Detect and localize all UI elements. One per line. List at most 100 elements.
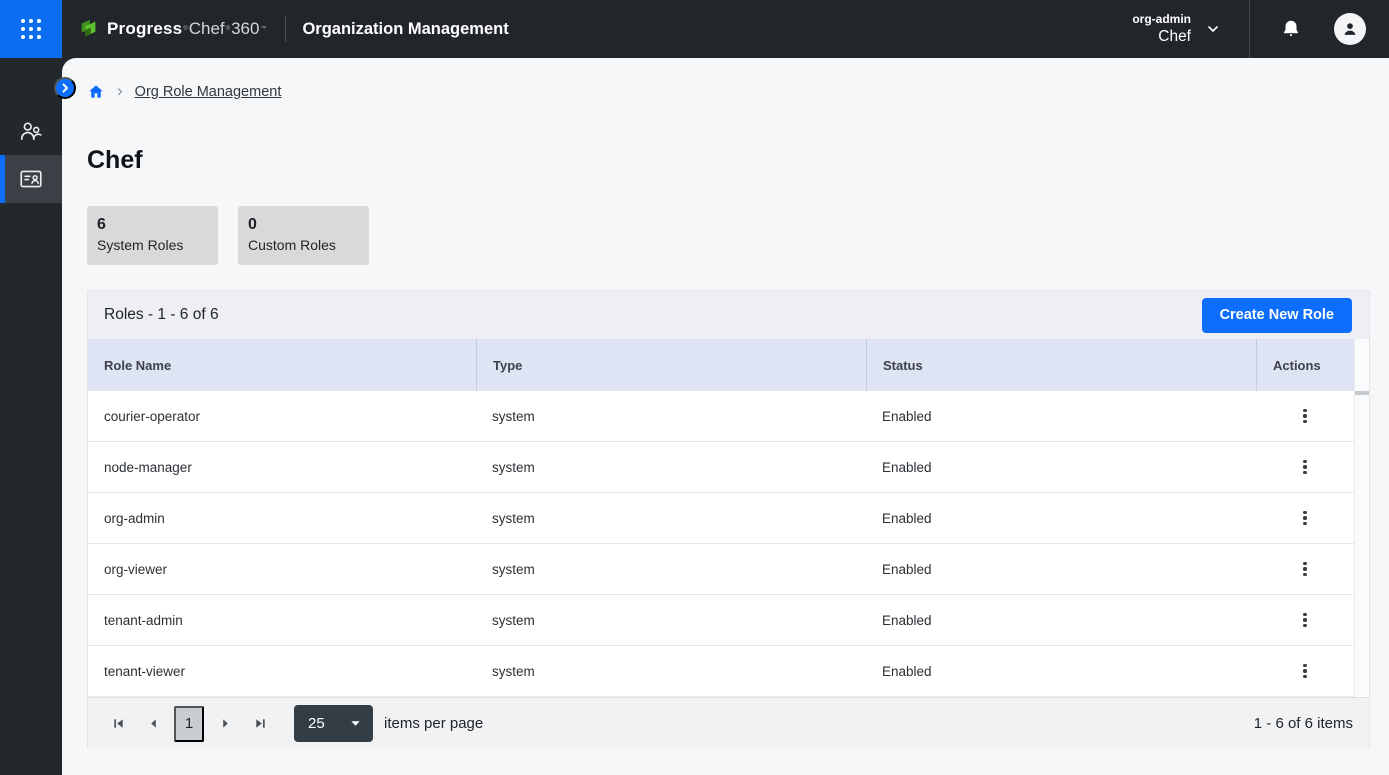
row-actions-menu-button[interactable] [1290,554,1320,584]
page-size-select[interactable]: 25 [294,705,373,742]
role-name-cell: tenant-admin [88,595,476,645]
content-area: › Org Role Management Chef 6 System Role… [62,58,1389,775]
app-title: Organization Management [302,20,508,39]
pagination-bar: 1 25 items per page 1 - 6 of 6 items [88,697,1369,749]
column-header-type[interactable]: Type [476,339,866,391]
brand-logo: Progress®Chef®360™ [78,18,267,40]
table-row: courier-operator system Enabled [88,391,1354,442]
caret-down-icon [350,718,361,729]
system-roles-count: 6 [97,215,208,236]
notifications-button[interactable] [1280,18,1302,40]
role-status-cell: Enabled [866,493,1256,543]
roles-table: Roles - 1 - 6 of 6 Create New Role Role … [87,290,1370,749]
items-per-page-label: items per page [384,715,483,732]
create-new-role-button[interactable]: Create New Role [1202,298,1352,333]
role-status-cell: Enabled [866,595,1256,645]
app-launcher-button[interactable] [0,0,62,58]
org-switcher[interactable]: org-admin Chef [1132,12,1191,46]
table-title: Roles - 1 - 6 of 6 [104,306,219,324]
breadcrumb-separator: › [117,81,123,101]
chevron-down-icon[interactable] [1205,21,1221,37]
progress-logo-icon [78,18,100,40]
product-number: 360 [231,19,259,39]
header-divider [285,16,286,42]
pagination-range-label: 1 - 6 of 6 items [1254,715,1353,732]
home-icon[interactable] [87,83,105,101]
role-type-cell: system [476,544,866,594]
breadcrumb: › Org Role Management [87,78,1389,106]
sidebar-expand-button[interactable] [54,77,76,99]
users-icon [18,118,44,144]
brand-name: Progress [107,19,182,39]
row-actions-menu-button[interactable] [1290,605,1320,635]
trademark-symbol: ™ [260,26,266,32]
table-row: org-admin system Enabled [88,493,1354,544]
current-page-button[interactable]: 1 [174,706,204,742]
first-page-button[interactable] [104,706,132,742]
role-status-cell: Enabled [866,544,1256,594]
table-row: tenant-admin system Enabled [88,595,1354,646]
role-type-cell: system [476,493,866,543]
waffle-grid-icon [21,19,41,39]
role-name-cell: courier-operator [88,391,476,441]
trademark-symbol: ® [226,26,230,32]
system-roles-card: 6 System Roles [87,206,218,265]
role-name-cell: tenant-viewer [88,646,476,696]
custom-roles-label: Custom Roles [248,236,359,254]
page-title: Chef [87,146,1389,175]
avatar-icon [1340,19,1360,39]
next-page-button[interactable] [211,706,239,742]
header-vertical-divider [1249,0,1250,58]
table-header-row: Role Name Type Status Actions [88,339,1354,391]
sidebar [0,58,62,775]
main-area: › Org Role Management Chef 6 System Role… [0,58,1389,775]
table-row: org-viewer system Enabled [88,544,1354,595]
org-role-label: org-admin [1132,12,1191,27]
custom-roles-count: 0 [248,215,359,236]
sidebar-item-users[interactable] [0,107,62,155]
column-header-status[interactable]: Status [866,339,1256,391]
stat-cards: 6 System Roles 0 Custom Roles [87,206,1389,265]
org-name-label: Chef [1132,27,1191,46]
role-type-cell: system [476,595,866,645]
column-header-role-name[interactable]: Role Name [88,339,476,391]
role-status-cell: Enabled [866,442,1256,492]
caret-right-icon [220,718,231,729]
sidebar-item-role-management[interactable] [0,155,62,203]
caret-left-icon [148,718,159,729]
last-page-button[interactable] [246,706,274,742]
previous-page-button[interactable] [139,706,167,742]
role-name-cell: org-admin [88,493,476,543]
role-card-icon [18,166,44,192]
header-right-cluster: org-admin Chef [1132,0,1389,58]
role-status-cell: Enabled [866,391,1256,441]
row-actions-menu-button[interactable] [1290,656,1320,686]
row-actions-menu-button[interactable] [1290,503,1320,533]
role-type-cell: system [476,391,866,441]
page-size-value: 25 [308,715,350,732]
chevron-right-icon [59,82,71,94]
skip-end-icon [254,717,267,730]
row-actions-menu-button[interactable] [1290,452,1320,482]
role-type-cell: system [476,442,866,492]
product-name: Chef [189,19,225,39]
trademark-symbol: ® [183,26,187,32]
skip-start-icon [112,717,125,730]
table-row: node-manager system Enabled [88,442,1354,493]
role-type-cell: system [476,646,866,696]
row-actions-menu-button[interactable] [1290,401,1320,431]
table-toolbar: Roles - 1 - 6 of 6 Create New Role [88,291,1369,339]
system-roles-label: System Roles [97,236,208,254]
table-scrollbar[interactable] [1354,339,1369,696]
account-button[interactable] [1334,13,1366,45]
top-bar: Progress®Chef®360™ Organization Manageme… [0,0,1389,58]
custom-roles-card: 0 Custom Roles [238,206,369,265]
app-window: Progress®Chef®360™ Organization Manageme… [0,0,1389,775]
breadcrumb-link-org-role-management[interactable]: Org Role Management [135,84,282,100]
role-status-cell: Enabled [866,646,1256,696]
role-name-cell: org-viewer [88,544,476,594]
role-name-cell: node-manager [88,442,476,492]
bell-icon [1280,18,1302,40]
scrollbar-thumb[interactable] [1355,391,1369,395]
column-header-actions: Actions [1256,339,1354,391]
